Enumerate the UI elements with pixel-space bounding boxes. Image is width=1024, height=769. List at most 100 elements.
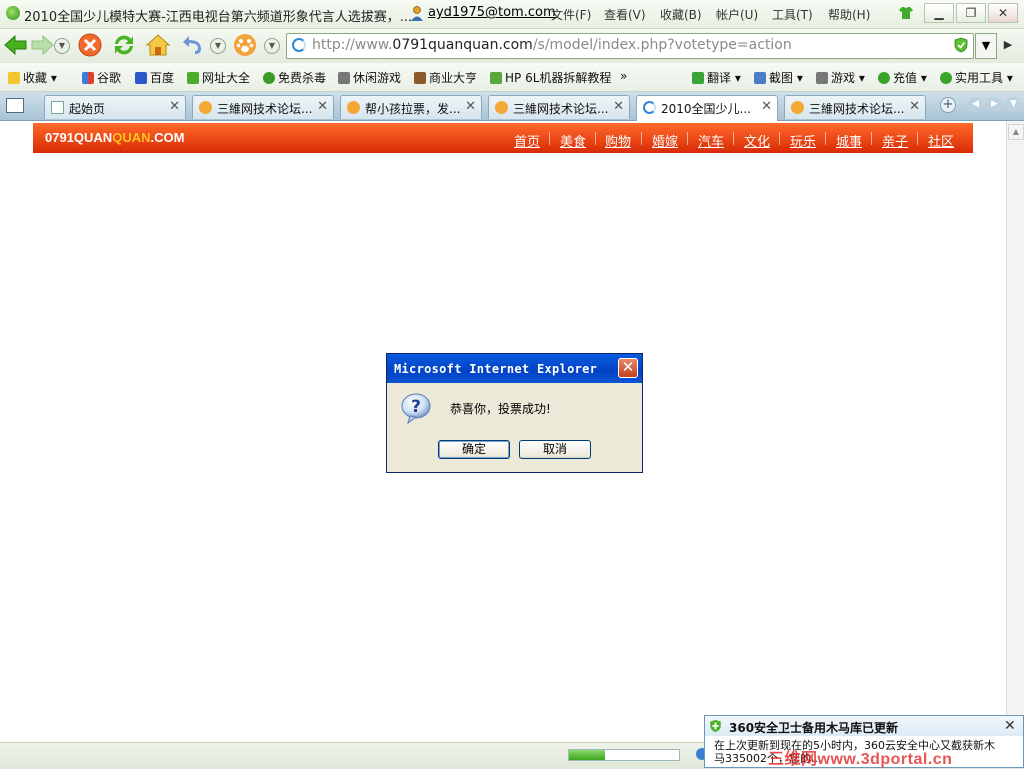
page-icon (490, 72, 502, 84)
tab-vote-help[interactable]: 帮小孩拉票，发... ✕ (340, 95, 482, 119)
cancel-button[interactable]: 取消 (519, 440, 591, 459)
site-nav-home[interactable]: 首页 (514, 131, 540, 150)
bookmark-business-tycoon[interactable]: 商业大亨 (414, 69, 477, 86)
site-nav-parenting[interactable]: 亲子 (882, 131, 908, 150)
browser-logo-icon (6, 6, 20, 20)
bookmark-hp-tutorial[interactable]: HP 6L机器拆解教程 (490, 69, 611, 86)
user-icon[interactable] (410, 5, 424, 21)
bookmarks-more-chevron[interactable]: » (620, 69, 627, 83)
tool-games[interactable]: 游戏 ▾ (816, 69, 865, 86)
tab-3dportal-1[interactable]: 三維网技术论坛... ✕ (192, 95, 334, 119)
refresh-icon[interactable] (111, 32, 137, 58)
bookmark-site-directory[interactable]: 网址大全 (187, 69, 250, 86)
dialog-message: 恭喜你，投票成功! (450, 402, 551, 416)
page-loading-icon (292, 38, 306, 52)
site-nav-city[interactable]: 城事 (836, 131, 862, 150)
menu-tools[interactable]: 工具(T) (772, 6, 813, 23)
history-dropdown-icon[interactable]: ▼ (54, 38, 70, 54)
go-button[interactable]: ▶ (998, 33, 1018, 57)
stop-icon[interactable] (77, 32, 103, 58)
address-dropdown-button[interactable]: ▼ (975, 33, 997, 59)
paw-icon[interactable] (232, 32, 258, 58)
menu-view[interactable]: 查看(V) (604, 6, 646, 23)
home-icon[interactable] (145, 32, 171, 58)
tab-close-icon[interactable]: ✕ (465, 99, 476, 114)
dialog-title: Microsoft Internet Explorer (394, 362, 598, 376)
tool-translate[interactable]: 翻译 ▾ (692, 69, 741, 86)
tab-close-icon[interactable]: ✕ (761, 99, 772, 114)
security-shield-icon[interactable] (954, 37, 968, 53)
sidebar-toggle-icon[interactable] (6, 98, 24, 113)
new-tab-plus-icon[interactable]: + (940, 97, 956, 113)
tycoon-icon (414, 72, 426, 84)
loading-icon (643, 101, 656, 114)
question-mark-icon: ? (401, 393, 431, 424)
user-email-link[interactable]: ayd1975@tom.com (428, 5, 556, 20)
progress-fill (569, 750, 605, 760)
antivirus-icon (263, 72, 275, 84)
nav-separator (871, 132, 872, 145)
address-url[interactable]: http://www.0791quanquan.com/s/model/inde… (312, 37, 792, 53)
tool-screenshot[interactable]: 截图 ▾ (754, 69, 803, 86)
undo-close-tab-icon[interactable] (179, 32, 205, 58)
site-nav-community[interactable]: 社区 (928, 131, 954, 150)
tab-contest-active[interactable]: 2010全国少儿... ✕ (636, 95, 778, 121)
back-arrow-icon[interactable] (3, 32, 29, 58)
site-nav-wedding[interactable]: 婚嫁 (652, 131, 678, 150)
translate-icon (692, 72, 704, 84)
baidu-paw-icon (135, 72, 147, 84)
tab-scroll-left-icon[interactable]: ◀ (968, 97, 983, 112)
bookmark-free-antivirus[interactable]: 免费杀毒 (263, 69, 326, 86)
bookmark-baidu[interactable]: 百度 (135, 69, 174, 86)
menu-account[interactable]: 帐户(U) (716, 6, 758, 23)
tab-close-icon[interactable]: ✕ (169, 99, 180, 114)
site-nav-food[interactable]: 美食 (560, 131, 586, 150)
tab-start-page[interactable]: 起始页 ✕ (44, 95, 186, 119)
popup-close-icon[interactable]: ✕ (1004, 718, 1016, 734)
url-path: /s/model/index.php?votetype=action (532, 37, 792, 53)
site-nav-culture[interactable]: 文化 (744, 131, 770, 150)
watermark-text: 三维网www.3dportal.cn (768, 751, 953, 768)
google-icon (82, 72, 94, 84)
forum-favicon-icon (199, 101, 212, 114)
site-nav-fun[interactable]: 玩乐 (790, 131, 816, 150)
close-window-button[interactable]: ✕ (988, 3, 1018, 23)
bookmark-google[interactable]: 谷歌 (82, 69, 121, 86)
ok-button[interactable]: 确定 (438, 440, 510, 459)
site-logo[interactable]: 0791QUANQUAN.COM (45, 130, 184, 145)
tab-3dportal-2[interactable]: 三維网技术论坛... ✕ (488, 95, 630, 119)
page-scrollbar[interactable] (1006, 121, 1024, 742)
menu-help[interactable]: 帮助(H) (828, 6, 870, 23)
tool-utilities[interactable]: 实用工具 ▾ (940, 69, 1013, 86)
tab-close-icon[interactable]: ✕ (909, 99, 920, 114)
nav-separator (779, 132, 780, 145)
screenshot-icon (754, 72, 766, 84)
tab-3dportal-3[interactable]: 三維网技术论坛... ✕ (784, 95, 926, 119)
skin-shirt-icon[interactable] (898, 6, 914, 20)
tool-recharge[interactable]: 充值 ▾ (878, 69, 927, 86)
nav-separator (549, 132, 550, 145)
tab-scroll-right-icon[interactable]: ▶ (987, 97, 1002, 112)
star-icon (8, 72, 20, 84)
minimize-button[interactable]: ▁ (924, 3, 954, 23)
gamepad-icon (338, 72, 350, 84)
undo-dropdown-icon[interactable]: ▼ (210, 38, 226, 54)
url-domain: 0791quanquan.com (392, 37, 533, 53)
page-icon (51, 101, 64, 114)
menu-file[interactable]: 文件(F) (551, 6, 591, 23)
site-nav-cars[interactable]: 汽车 (698, 131, 724, 150)
tab-close-icon[interactable]: ✕ (317, 99, 328, 114)
bookmark-casual-games[interactable]: 休闲游戏 (338, 69, 401, 86)
site-nav-shopping[interactable]: 购物 (605, 131, 631, 150)
site-directory-icon (187, 72, 199, 84)
forward-arrow-icon[interactable] (29, 32, 55, 58)
tab-close-icon[interactable]: ✕ (613, 99, 624, 114)
tab-list-dropdown-icon[interactable]: ▼ (1006, 97, 1021, 112)
maximize-button[interactable]: ❐ (956, 3, 986, 23)
scroll-up-arrow-icon[interactable]: ▲ (1008, 124, 1024, 140)
dialog-close-button[interactable]: ✕ (618, 358, 638, 378)
forum-favicon-icon (791, 101, 804, 114)
bookmark-favorites[interactable]: 收藏 ▾ (8, 69, 57, 86)
paw-dropdown-icon[interactable]: ▼ (264, 38, 280, 54)
menu-favorites[interactable]: 收藏(B) (660, 6, 702, 23)
